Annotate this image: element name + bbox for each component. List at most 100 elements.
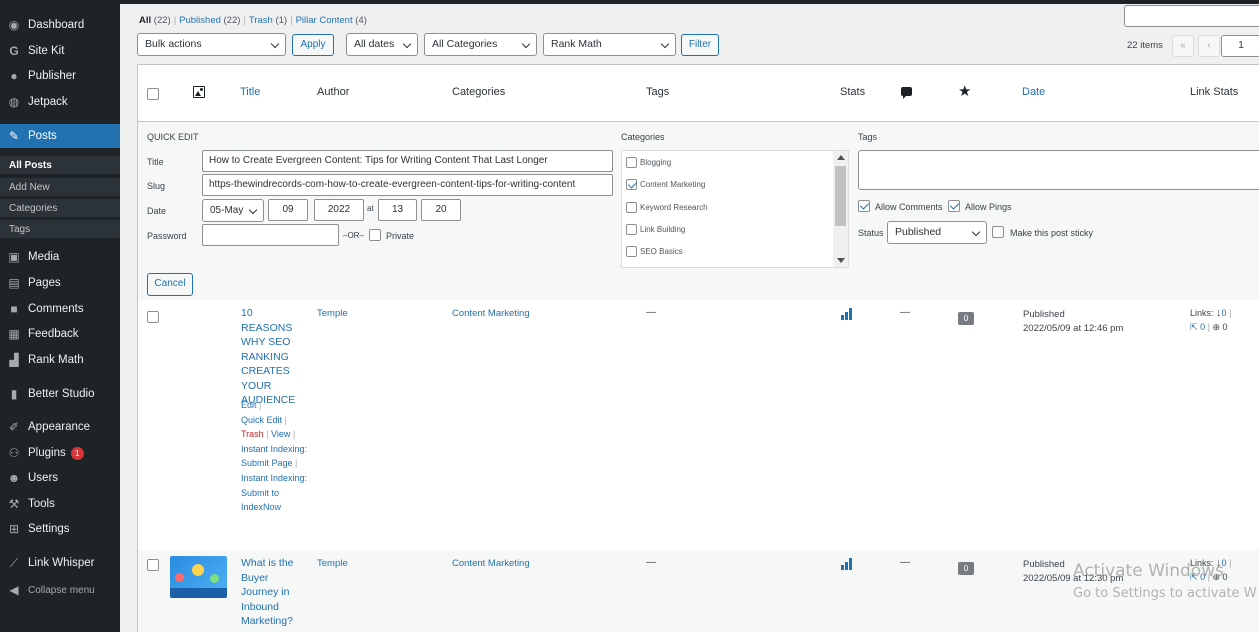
prev-page-button[interactable]: ‹ [1198,35,1220,57]
menu-plugins[interactable]: ⚇ Plugins 1 [0,442,120,464]
menu-publisher[interactable]: ● Publisher [0,65,120,87]
comments-icon: ■ [10,302,18,316]
submenu-categories[interactable]: Categories [0,199,120,217]
first-page-button[interactable]: « [1172,35,1194,57]
category-blogging[interactable]: Blogging [626,157,671,168]
category-content-marketing[interactable]: Content Marketing [626,179,705,190]
comments-column-icon[interactable] [901,87,912,99]
stats-chart-icon[interactable] [841,308,852,320]
menu-settings[interactable]: ⊞ Settings [0,518,120,540]
outbound-links-count[interactable]: 0 [1200,322,1205,332]
menu-media[interactable]: ▣ Media [0,246,120,268]
scroll-down-arrow-icon[interactable] [837,258,845,263]
scrollbar-thumb[interactable] [835,166,846,226]
menu-posts[interactable]: ✎ Posts [0,124,120,148]
menu-feedback[interactable]: ▦ Feedback [0,323,120,345]
scroll-up-arrow-icon[interactable] [837,155,845,160]
instant-indexing-indexnow-link[interactable]: Instant Indexing: Submit to IndexNow [241,473,307,512]
filter-button[interactable]: Filter [681,34,719,56]
row-checkbox[interactable] [147,559,159,571]
inbound-links-count[interactable]: 0 [1222,308,1227,318]
menu-label: Media [28,251,60,263]
post-title-link[interactable]: What is the Buyer Journey in Inbound Mar… [241,556,305,629]
star-icon[interactable]: ★ [958,82,971,100]
menu-dashboard[interactable]: ◉ Dashboard [0,14,120,36]
category-checkbox[interactable] [626,157,637,168]
dashboard-icon: ◉ [8,18,20,32]
external-links-count[interactable]: 0 [1223,322,1228,332]
menu-tools[interactable]: ⚒ Tools [0,493,120,515]
menu-users[interactable]: ☻ Users [0,467,120,489]
menu-jetpack[interactable]: ◍ Jetpack [0,91,120,113]
bulk-actions-select[interactable]: Bulk actions [137,33,286,56]
menu-linkwhisper[interactable]: ⟋ Link Whisper [0,552,120,574]
category-link-building[interactable]: Link Building [626,224,685,235]
slug-input[interactable]: https-thewindrecords-com-how-to-create-e… [202,174,613,196]
trash-link[interactable]: Trash [241,429,264,439]
collapse-menu-button[interactable]: ◀ Collapse menu [0,579,120,601]
column-author: Author [317,86,350,98]
menu-appearance[interactable]: ✐ Appearance [0,416,120,438]
menu-betterstudio[interactable]: ▮ Better Studio [0,383,120,405]
column-date[interactable]: Date [1022,86,1045,98]
status-select[interactable]: Published [887,221,987,244]
comment-count-bubble[interactable]: 0 [958,312,974,325]
edit-link[interactable]: Edit [241,400,257,410]
select-all-checkbox[interactable] [147,88,159,100]
menu-sitekit[interactable]: G Site Kit [0,40,120,62]
password-input[interactable] [202,224,339,246]
filter-published[interactable]: Published (22) [179,15,240,26]
year-input[interactable]: 2022 [314,199,364,221]
post-thumbnail[interactable] [170,556,227,598]
private-checkbox[interactable] [369,229,381,241]
categories-filter-select[interactable]: All Categories [424,33,537,56]
post-author-link[interactable]: Temple [317,558,348,569]
slug-label: Slug [147,181,166,191]
allow-comments-checkbox[interactable] [858,200,870,212]
cancel-button[interactable]: Cancel [147,273,193,296]
apply-button[interactable]: Apply [292,34,334,56]
post-category-link[interactable]: Content Marketing [452,558,530,569]
dates-filter-select[interactable]: All dates [346,33,418,56]
categories-scrollbar[interactable] [833,151,848,267]
menu-rankmath[interactable]: ▟ Rank Math [0,349,120,371]
category-keyword-research[interactable]: Keyword Research [626,202,708,213]
allow-pings-checkbox[interactable] [948,200,960,212]
current-page-input[interactable]: 1 [1221,35,1259,57]
pages-icon: ▤ [8,276,20,290]
category-checkbox[interactable] [626,224,637,235]
view-link[interactable]: View [271,429,290,439]
title-input[interactable]: How to Create Evergreen Content: Tips fo… [202,150,613,172]
row-checkbox[interactable] [147,311,159,323]
filter-trash[interactable]: Trash (1) [249,15,287,26]
post-author-link[interactable]: Temple [317,308,348,319]
menu-pages[interactable]: ▤ Pages [0,272,120,294]
day-input[interactable]: 09 [268,199,308,221]
month-select[interactable]: 05-May [202,199,264,222]
post-title-link[interactable]: 10 REASONS WHY SEO RANKING CREATES YOUR … [241,306,305,408]
comment-count-bubble[interactable]: 0 [958,562,974,575]
category-checkbox[interactable] [626,179,637,190]
quick-edit-link[interactable]: Quick Edit [241,415,282,425]
hour-input[interactable]: 13 [378,199,417,221]
column-title[interactable]: Title [240,86,260,98]
rankmath-filter-select[interactable]: Rank Math [543,33,676,56]
category-checkbox[interactable] [626,202,637,213]
stats-chart-icon[interactable] [841,558,852,570]
submenu-add-new[interactable]: Add New [0,178,120,196]
quick-edit-panel: QUICK EDIT Title How to Create Evergreen… [138,122,1259,300]
submenu-tags[interactable]: Tags [0,220,120,238]
betterstudio-icon: ▮ [10,387,18,401]
filter-pillar-content[interactable]: Pillar Content (4) [296,15,367,26]
post-category-link[interactable]: Content Marketing [452,308,530,319]
minute-input[interactable]: 20 [421,199,461,221]
search-input[interactable] [1124,5,1259,27]
menu-comments[interactable]: ■ Comments [0,298,120,320]
filter-all[interactable]: All (22) [139,15,171,26]
category-seo-basics[interactable]: SEO Basics [626,246,683,257]
tags-textarea[interactable] [858,150,1259,190]
sticky-checkbox[interactable] [992,226,1004,238]
submenu-all-posts[interactable]: All Posts [0,156,120,174]
category-checkbox[interactable] [626,246,637,257]
quick-edit-heading: QUICK EDIT [147,132,199,142]
